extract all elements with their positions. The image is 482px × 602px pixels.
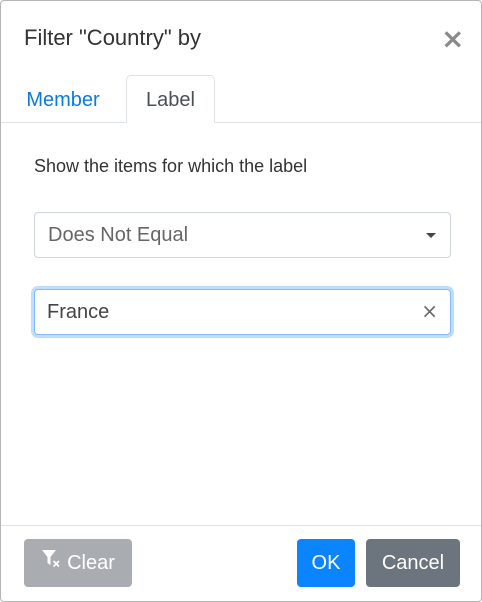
condition-select-value: Does Not Equal [48,224,189,246]
cancel-button[interactable]: Cancel [366,539,460,587]
value-input[interactable] [47,290,407,334]
value-input-wrapper: × [34,289,451,335]
filter-clear-icon [41,538,61,586]
clear-button-label: Clear [67,552,115,574]
dialog-header: Filter "Country" by × [1,1,481,75]
dialog-footer: Clear OK Cancel [1,525,481,601]
dialog-body: Show the items for which the label Does … [1,123,481,525]
filter-dialog: Filter "Country" by × Member Label Show … [0,0,482,602]
dialog-title: Filter "Country" by [24,25,201,50]
clear-icon[interactable]: × [421,299,438,323]
tab-bar: Member Label [1,75,481,123]
chevron-down-icon [426,233,436,238]
condition-select[interactable]: Does Not Equal [34,212,451,258]
tab-label[interactable]: Label [126,75,215,123]
tab-member[interactable]: Member [15,75,111,121]
ok-button[interactable]: OK [297,539,355,587]
clear-button[interactable]: Clear [24,539,132,587]
close-icon[interactable]: × [441,25,464,53]
filter-prompt: Show the items for which the label [34,156,308,176]
